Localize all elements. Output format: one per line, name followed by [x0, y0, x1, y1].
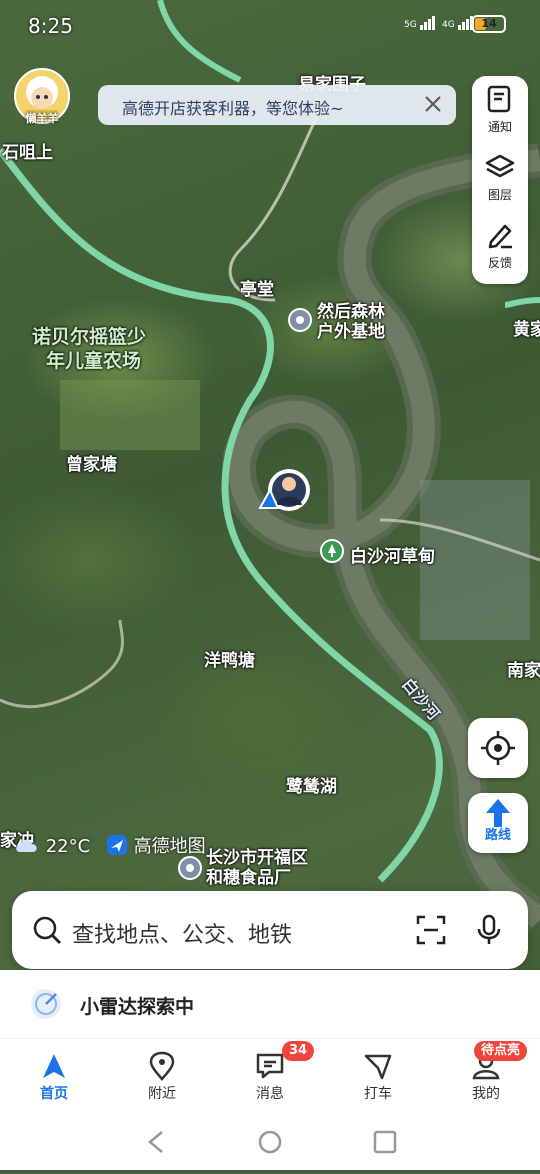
feedback-label: 反馈 — [487, 256, 512, 270]
crosshair-icon — [481, 731, 515, 765]
profile-badge: 待点亮 — [474, 1041, 528, 1061]
tab-label: 我的 — [472, 1086, 500, 1102]
poi-pin-factory[interactable] — [178, 856, 202, 880]
notice-button[interactable]: 通知 — [472, 76, 528, 144]
taxi-icon — [364, 1054, 392, 1080]
map-label: 亭堂 — [240, 280, 274, 300]
search-icon — [33, 916, 61, 944]
poi-label-line: 和穗食品厂 — [206, 868, 291, 888]
tab-taxi[interactable]: 打车 — [324, 1039, 432, 1111]
message-count-badge: 34 — [282, 1041, 315, 1061]
banner-text: 高德开店获客利器，等您体验~ — [122, 99, 344, 118]
tab-messages[interactable]: 消息 34 — [216, 1039, 324, 1111]
poi-label-forest: 然后森林 户外基地 — [317, 302, 385, 342]
locate-button[interactable] — [468, 718, 528, 778]
radar-bar[interactable]: 小雷达探索中 — [0, 970, 540, 1038]
back-icon[interactable] — [148, 1131, 163, 1153]
tab-nearby[interactable]: 附近 — [108, 1039, 216, 1111]
radar-icon — [31, 989, 61, 1019]
clock: 8:25 — [28, 14, 73, 38]
map-label: 黄家 — [513, 320, 540, 340]
poi-pin[interactable] — [288, 308, 312, 332]
map-label: 洋鸭塘 — [204, 651, 255, 671]
map-label: 曾家塘 — [66, 455, 117, 475]
recents-icon[interactable] — [373, 1130, 397, 1154]
tab-profile[interactable]: 我的 待点亮 — [432, 1039, 540, 1111]
tab-label: 附近 — [148, 1086, 176, 1102]
field-patch — [60, 380, 200, 450]
home-icon[interactable] — [258, 1130, 282, 1154]
poi-label-line: 户外基地 — [317, 322, 385, 342]
poi-pin-grassland[interactable] — [320, 539, 344, 563]
tab-label: 消息 — [256, 1086, 284, 1102]
layers-label: 图层 — [487, 188, 512, 202]
pencil-icon — [488, 224, 512, 249]
search-bar[interactable]: 查找地点、公交、地铁 — [12, 891, 528, 969]
farm-label-line: 诺贝尔摇篮少 — [32, 326, 147, 348]
scan-icon[interactable] — [414, 913, 448, 947]
battery-level: 14 — [481, 17, 497, 30]
poi-label-grassland[interactable]: 白沙河草甸 — [350, 542, 435, 567]
avatar-name: 懒羊羊 — [25, 112, 59, 125]
status-bar: 8:25 5G 4G 14 — [0, 0, 540, 52]
minor-road — [0, 619, 124, 709]
tab-label: 首页 — [40, 1086, 68, 1102]
feedback-button[interactable]: 反馈 — [472, 212, 528, 280]
route-button[interactable]: 路线 — [468, 793, 528, 853]
system-nav-bar — [0, 1110, 540, 1170]
signal-4g-label: 4G — [442, 20, 455, 30]
location-pin-icon — [149, 1051, 175, 1081]
layers-button[interactable]: 图层 — [472, 144, 528, 212]
tab-home[interactable]: 首页 — [0, 1039, 108, 1111]
map-label: 石咀上 — [2, 143, 53, 163]
cloud-icon — [16, 839, 37, 852]
signal-4g: 4G — [442, 16, 474, 30]
greenhouse-area — [420, 480, 530, 640]
poi-label-factory[interactable]: 长沙市开福区 和穗食品厂 — [206, 848, 308, 888]
notice-label: 通知 — [487, 120, 512, 134]
microphone-icon[interactable] — [472, 913, 506, 947]
poi-label-line: 长沙市开福区 — [206, 848, 308, 868]
farm-label: 诺贝尔摇篮少 年儿童农场 — [32, 325, 146, 373]
navigate-arrow-icon — [43, 1054, 65, 1078]
map-label: 南家 — [507, 661, 540, 681]
map-label: 鹭鸶湖 — [286, 777, 337, 797]
layers-icon — [485, 154, 515, 178]
tab-label: 打车 — [364, 1086, 392, 1102]
farm-label-line: 年儿童农场 — [46, 350, 142, 372]
notice-icon — [487, 85, 511, 113]
brand-name: 高德地图 — [133, 836, 206, 857]
my-location-marker[interactable] — [258, 469, 310, 511]
promo-banner[interactable]: 高德开店获客利器，等您体验~ — [98, 85, 456, 125]
close-icon[interactable] — [420, 91, 446, 117]
east-road — [504, 297, 540, 308]
battery-icon: 14 — [472, 15, 506, 33]
weather-widget: 22°C 高德地图 — [14, 832, 206, 860]
amap-logo-icon — [106, 835, 127, 855]
search-placeholder: 查找地点、公交、地铁 — [72, 923, 293, 948]
poi-label-line: 然后森林 — [317, 302, 385, 322]
radar-text: 小雷达探索中 — [80, 996, 195, 1018]
minor-road — [228, 109, 322, 302]
signal-bars-icon — [419, 16, 435, 30]
route-label: 路线 — [484, 828, 511, 843]
map-toolbox: 通知 图层 反馈 — [472, 76, 528, 284]
signal-5g: 5G — [404, 16, 436, 30]
message-icon — [256, 1053, 284, 1079]
bottom-tab-bar: 首页 附近 消息 34 打车 我的 待点亮 — [0, 1038, 540, 1111]
temperature: 22°C — [45, 836, 91, 857]
signal-5g-label: 5G — [404, 20, 417, 30]
